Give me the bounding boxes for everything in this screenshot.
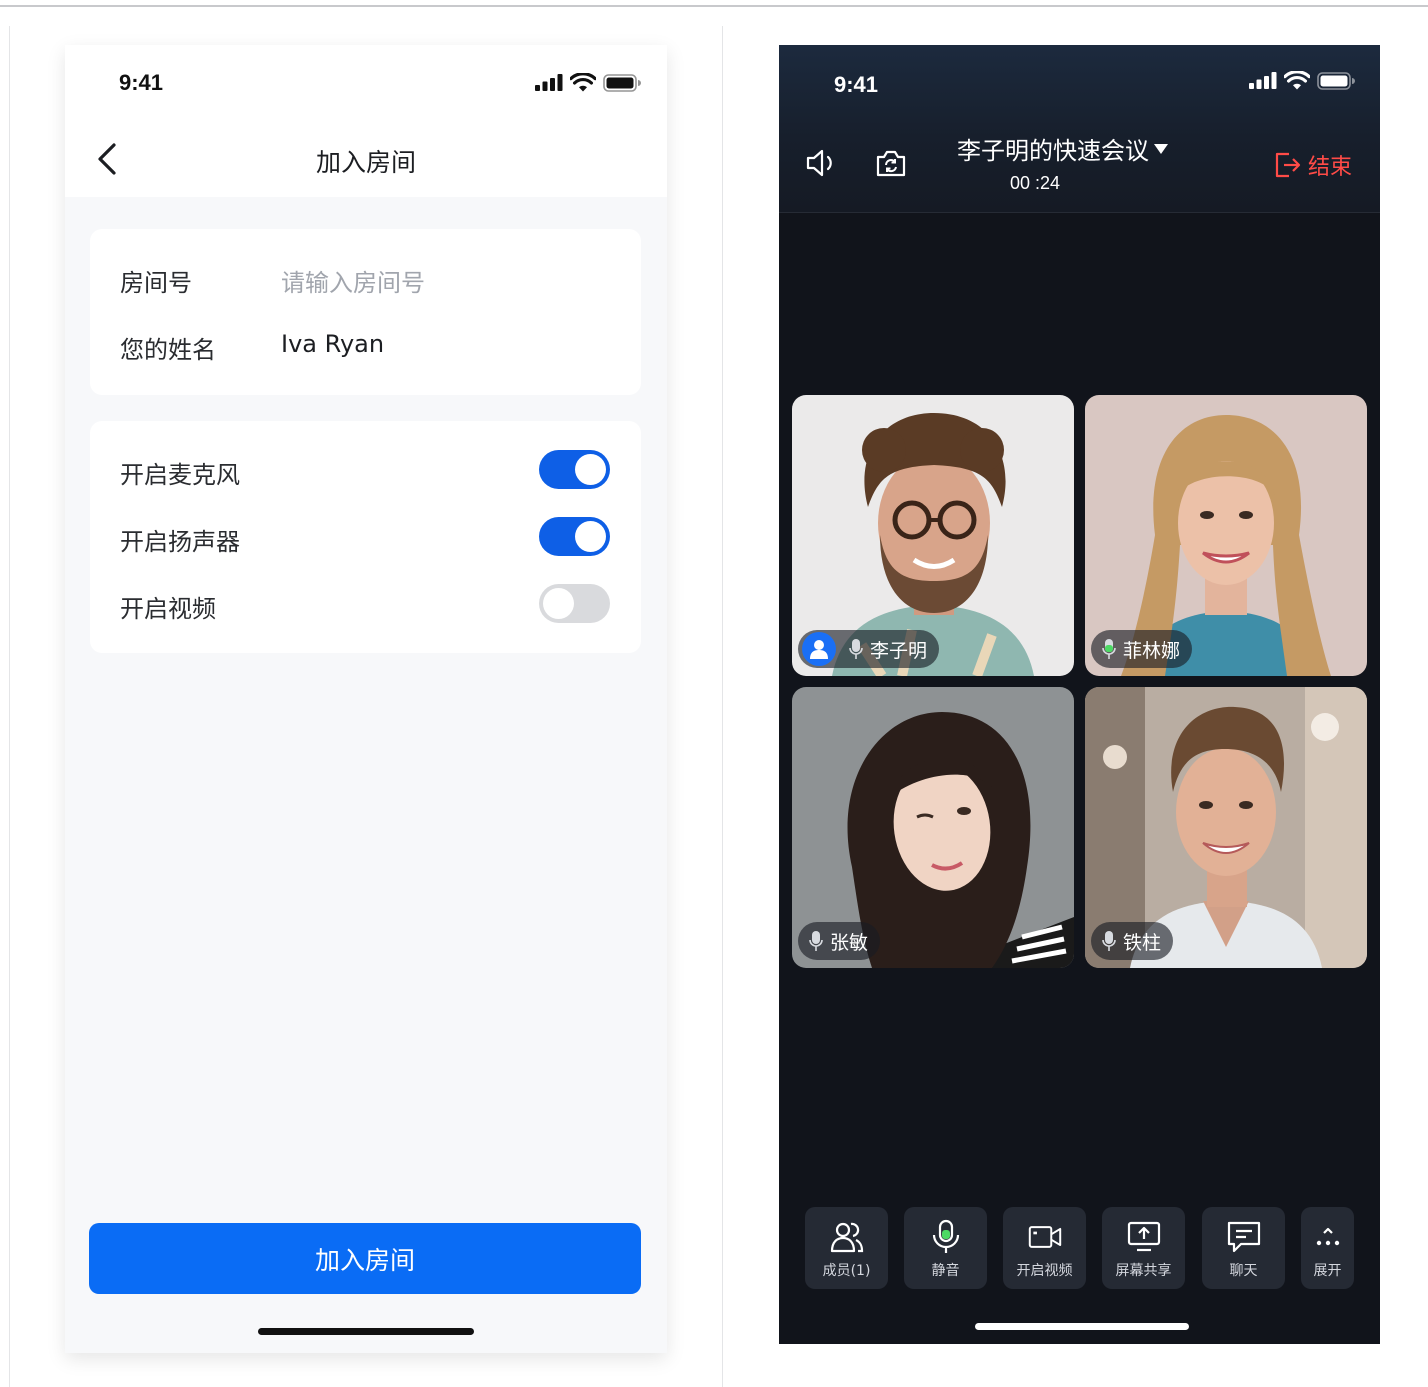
members-label: 成员(1) xyxy=(822,1263,871,1279)
page-title: 加入房间 xyxy=(315,148,416,177)
microphone-active-icon xyxy=(1101,638,1117,660)
screen-share-label: 屏幕共享 xyxy=(1115,1263,1172,1279)
user-name-input[interactable]: Iva Ryan xyxy=(281,330,384,358)
wifi-icon xyxy=(570,73,596,92)
chat-icon xyxy=(1227,1220,1261,1254)
end-meeting-button[interactable]: 结束 xyxy=(1274,149,1352,181)
microphone-icon xyxy=(848,638,864,660)
microphone-icon xyxy=(929,1219,963,1254)
screen-share-button[interactable]: 屏幕共享 xyxy=(1102,1207,1185,1289)
members-button[interactable]: 成员(1) xyxy=(805,1207,888,1289)
more-dots-icon xyxy=(1311,1220,1345,1254)
meeting-title: 李子明的快速会议 xyxy=(957,137,1149,165)
battery-icon xyxy=(603,73,641,92)
participant-tag: 李子明 xyxy=(798,630,940,668)
video-tile-1[interactable]: 李子明 xyxy=(792,395,1074,676)
device-settings-card: 开启麦克风 开启扬声器 开启视频 xyxy=(90,421,641,653)
video-toggle-label: 开启视频 xyxy=(120,595,216,623)
host-badge xyxy=(802,632,836,666)
status-bar-time: 9:41 xyxy=(834,72,879,97)
speaker-toggle-button[interactable] xyxy=(803,145,839,181)
home-indicator xyxy=(258,1328,474,1335)
join-room-button[interactable]: 加入房间 xyxy=(89,1223,641,1294)
chat-button[interactable]: 聊天 xyxy=(1202,1207,1285,1289)
speaker-icon xyxy=(806,149,832,177)
home-indicator xyxy=(975,1323,1189,1330)
microphone-icon xyxy=(1101,930,1117,952)
start-video-label: 开启视频 xyxy=(1016,1263,1073,1279)
end-meeting-label: 结束 xyxy=(1308,155,1353,180)
status-bar-icons xyxy=(535,73,641,92)
cellular-signal-icon xyxy=(1249,72,1277,89)
mute-button[interactable]: 静音 xyxy=(904,1207,987,1289)
switch-camera-icon xyxy=(876,150,906,177)
battery-icon xyxy=(1317,71,1355,90)
back-button[interactable] xyxy=(91,141,123,177)
video-camera-icon xyxy=(1028,1220,1062,1254)
participant-tag: 铁柱 xyxy=(1091,922,1174,960)
expand-more-label: 展开 xyxy=(1313,1263,1342,1279)
toggle-knob xyxy=(575,521,606,552)
status-bar-icons xyxy=(1249,71,1355,90)
switch-camera-button[interactable] xyxy=(873,145,909,181)
mute-label: 静音 xyxy=(931,1263,960,1279)
video-tile-4[interactable]: 铁柱 xyxy=(1085,687,1367,968)
start-video-button[interactable]: 开启视频 xyxy=(1003,1207,1086,1289)
meeting-screen: 9:41 李子明的快速会议 00 :24 结束 李子明 菲林娜 张敏 铁柱 成员… xyxy=(779,45,1380,1344)
room-id-input[interactable]: 请输入房间号 xyxy=(281,263,425,298)
participant-tag: 张敏 xyxy=(798,922,881,960)
status-bar-time: 9:41 xyxy=(119,70,164,95)
frame-border-middle xyxy=(722,26,723,1387)
meeting-title-dropdown[interactable]: 李子明的快速会议 xyxy=(957,131,1168,166)
exit-icon xyxy=(1275,152,1301,178)
join-header: 9:41 加入房间 xyxy=(65,45,667,197)
top-divider xyxy=(0,5,1428,7)
video-tile-3[interactable]: 张敏 xyxy=(792,687,1074,968)
room-info-card: 房间号 请输入房间号 您的姓名 Iva Ryan xyxy=(90,229,641,395)
toggle-knob xyxy=(543,588,574,619)
join-room-screen: 9:41 加入房间 房间号 请输入房间号 您的姓名 Iva Ryan 开启麦克风… xyxy=(65,45,667,1353)
chat-label: 聊天 xyxy=(1229,1263,1258,1279)
screen-share-icon xyxy=(1127,1220,1161,1254)
participant-tag: 菲林娜 xyxy=(1091,630,1193,668)
room-id-label: 房间号 xyxy=(120,269,192,297)
participant-name: 菲林娜 xyxy=(1123,639,1181,662)
mic-toggle[interactable] xyxy=(539,450,610,489)
video-tile-2[interactable]: 菲林娜 xyxy=(1085,395,1367,676)
participant-name: 李子明 xyxy=(870,639,928,662)
cellular-signal-icon xyxy=(535,74,563,91)
members-icon xyxy=(830,1220,864,1254)
user-icon xyxy=(810,640,828,659)
meeting-header: 9:41 李子明的快速会议 00 :24 结束 xyxy=(779,45,1380,213)
caret-down-icon xyxy=(1154,144,1168,154)
participant-name: 张敏 xyxy=(830,931,869,954)
meeting-duration: 00 :24 xyxy=(1010,173,1061,193)
expand-more-button[interactable]: 展开 xyxy=(1301,1207,1354,1289)
microphone-icon xyxy=(808,930,824,952)
speaker-toggle-label: 开启扬声器 xyxy=(120,528,240,556)
wifi-icon xyxy=(1284,71,1310,90)
frame-border-left xyxy=(9,26,10,1387)
toggle-knob xyxy=(575,454,606,485)
mic-toggle-label: 开启麦克风 xyxy=(120,461,240,489)
participant-name: 铁柱 xyxy=(1123,931,1162,954)
video-toggle[interactable] xyxy=(539,584,610,623)
speaker-toggle[interactable] xyxy=(539,517,610,556)
chevron-left-icon xyxy=(98,143,116,175)
user-name-label: 您的姓名 xyxy=(120,336,216,364)
